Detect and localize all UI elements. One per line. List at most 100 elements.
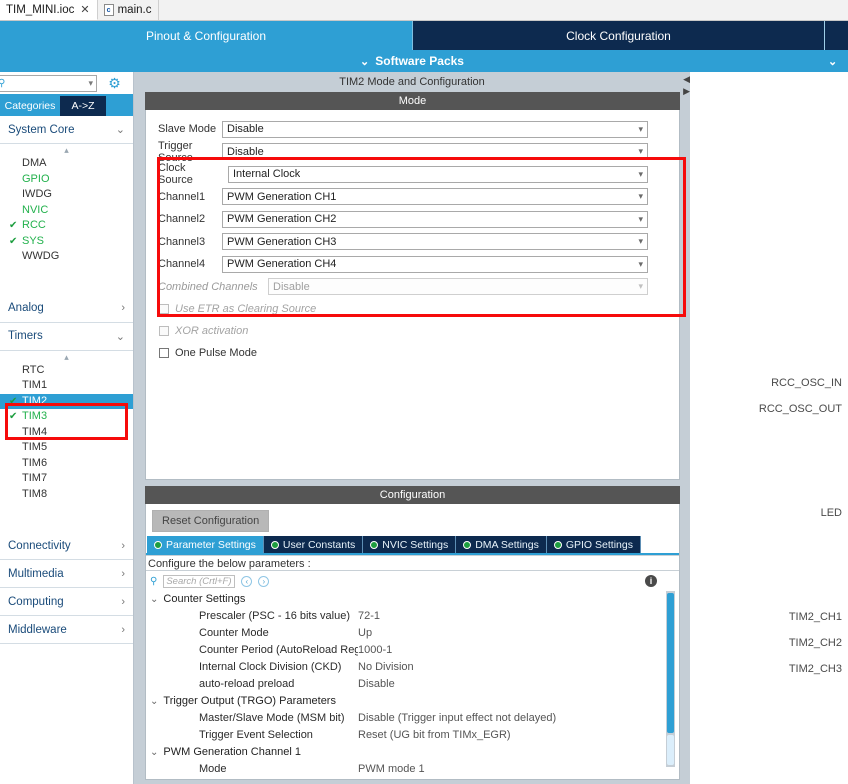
clock-source-select[interactable]: Internal Clock ▾: [228, 165, 648, 183]
sidebar-group-connectivity[interactable]: Connectivity ›: [0, 532, 133, 560]
tab-clock-configuration[interactable]: Clock Configuration: [412, 21, 824, 50]
tab-gpio-settings[interactable]: GPIO Settings: [546, 536, 641, 553]
nav-next-button[interactable]: ›: [258, 575, 270, 587]
parameter-scrollbar-thumb[interactable]: [667, 593, 674, 733]
param-group-trgo-parameters[interactable]: ⌄ Trigger Output (TRGO) Parameters: [146, 693, 679, 710]
sidebar-item-nvic[interactable]: NVIC: [0, 203, 133, 219]
sidebar-item-tim5[interactable]: TIM5: [0, 440, 133, 456]
sidebar-item-tim3[interactable]: ✔ TIM3: [0, 409, 133, 425]
editor-tab-strip: TIM_MINI.ioc ✕ c main.c: [0, 0, 848, 21]
checkbox-icon-xor: [159, 326, 169, 336]
slave-mode-value: Disable: [227, 123, 264, 136]
slave-mode-select[interactable]: Disable ▾: [222, 120, 648, 138]
center-scrollbar[interactable]: ◀ ▶: [680, 72, 690, 784]
close-icon[interactable]: ✕: [80, 3, 89, 16]
chevron-down-icon-system-core: ⌄: [115, 124, 125, 136]
sidebar-item-tim4[interactable]: TIM4: [0, 425, 133, 441]
tab-user-constants[interactable]: User Constants: [263, 536, 364, 553]
tab-nvic-settings[interactable]: NVIC Settings: [363, 536, 457, 553]
tab-parameter-settings[interactable]: Parameter Settings: [147, 536, 264, 553]
table-row[interactable]: Counter Mode Up: [146, 625, 679, 642]
sidebar-group-timers[interactable]: Timers ⌄: [0, 323, 133, 351]
editor-tab-mainc[interactable]: c main.c: [97, 0, 160, 20]
pin-label-tim2-ch3[interactable]: TIM2_CH3: [789, 663, 842, 675]
scroll-up-icon[interactable]: ◀: [683, 74, 690, 85]
sidebar-group-multimedia[interactable]: Multimedia ›: [0, 560, 133, 588]
field-slave-mode: Slave Mode Disable ▾: [146, 118, 679, 141]
table-row[interactable]: Trigger Event Selection Reset (UG bit fr…: [146, 727, 679, 744]
sidebar-item-rtc[interactable]: RTC: [0, 363, 133, 379]
tab-a-to-z[interactable]: A->Z: [60, 96, 106, 116]
parameter-search-input[interactable]: Search (Crtl+F): [163, 574, 236, 588]
sidebar-search-input[interactable]: ▾: [0, 74, 97, 92]
sidebar-item-dma[interactable]: DMA: [0, 156, 133, 172]
param-group-pwm-generation-channel-1[interactable]: ⌄ PWM Generation Channel 1: [146, 744, 679, 761]
table-row[interactable]: Internal Clock Division (CKD) No Divisio…: [146, 659, 679, 676]
table-row[interactable]: Master/Slave Mode (MSM bit) Disable (Tri…: [146, 710, 679, 727]
reset-configuration-button[interactable]: Reset Configuration: [152, 510, 270, 532]
search-icon: ⚲: [0, 78, 5, 89]
tab-overflow[interactable]: [824, 21, 848, 50]
status-ok-icon-nvic: [370, 540, 379, 549]
software-packs-menu-overflow[interactable]: ⌄: [824, 55, 848, 68]
sidebar-item-sys[interactable]: ✔ SYS: [0, 234, 133, 250]
parameter-search-placeholder: Search (Crtl+F): [166, 575, 232, 587]
tab-categories[interactable]: Categories: [0, 96, 60, 116]
sidebar-group-computing[interactable]: Computing ›: [0, 588, 133, 616]
chevron-down-icon-trigger-source: ▾: [638, 146, 643, 157]
tab-pinout-configuration[interactable]: Pinout & Configuration: [0, 21, 412, 50]
table-row[interactable]: Prescaler (PSC - 16 bits value) 72-1: [146, 608, 679, 625]
param-group-trgo-parameters-label: Trigger Output (TRGO) Parameters: [163, 695, 336, 707]
sidebar-item-iwdg[interactable]: IWDG: [0, 187, 133, 203]
scroll-down-icon[interactable]: ▶: [683, 86, 690, 97]
parameter-scrollbar-thumb-lower[interactable]: [667, 735, 674, 765]
channel3-select[interactable]: PWM Generation CH3 ▾: [222, 233, 648, 251]
field-channel1-label: Channel1: [158, 190, 206, 203]
channel2-select[interactable]: PWM Generation CH2 ▾: [222, 210, 648, 228]
sidebar-group-middleware[interactable]: Middleware ›: [0, 616, 133, 644]
nav-prev-button[interactable]: ‹: [241, 575, 253, 587]
sidebar: ⚲ ▾ ⚙ Categories A->Z System Core ⌄ ▴ DM…: [0, 72, 134, 784]
software-packs-menu[interactable]: ⌄ Software Packs: [0, 54, 824, 68]
pin-label-rcc-osc-out[interactable]: RCC_OSC_OUT: [759, 403, 842, 415]
sidebar-group-system-core[interactable]: System Core ⌄: [0, 116, 133, 144]
table-row[interactable]: auto-reload preload Disable: [146, 676, 679, 693]
trigger-source-select[interactable]: Disable ▾: [222, 143, 648, 161]
pin-label-rcc-osc-in[interactable]: RCC_OSC_IN: [771, 377, 842, 389]
sidebar-group-analog[interactable]: Analog ›: [0, 295, 133, 323]
pin-label-tim2-ch1[interactable]: TIM2_CH1: [789, 611, 842, 623]
sidebar-item-rcc[interactable]: ✔ RCC: [0, 218, 133, 234]
channel4-select[interactable]: PWM Generation CH4 ▾: [222, 255, 648, 273]
scroll-spinner-system-core[interactable]: ▴: [0, 144, 133, 156]
sidebar-item-tim1[interactable]: TIM1: [0, 378, 133, 394]
tab-dma-settings[interactable]: DMA Settings: [456, 536, 547, 553]
channel3-value: PWM Generation CH3: [227, 235, 337, 248]
info-icon[interactable]: i: [645, 575, 657, 587]
chevron-down-icon-pwm-ch1: ⌄: [150, 747, 159, 758]
chevron-down-icon-search[interactable]: ▾: [88, 78, 93, 89]
table-row[interactable]: Counter Period (AutoReload Register - 16…: [146, 642, 679, 659]
editor-tab-ioc-label: TIM_MINI.ioc: [6, 3, 75, 16]
sidebar-item-tim8-label: TIM8: [22, 487, 48, 500]
scroll-spinner-timers[interactable]: ▴: [0, 351, 133, 363]
sidebar-item-tim2[interactable]: ✔ TIM2: [0, 393, 133, 409]
sidebar-item-tim6[interactable]: TIM6: [0, 456, 133, 472]
field-channel4-label: Channel4: [158, 258, 206, 271]
channel1-select[interactable]: PWM Generation CH1 ▾: [222, 188, 648, 206]
checkbox-icon-one-pulse[interactable]: [159, 348, 169, 358]
sidebar-item-wwdg[interactable]: WWDG: [0, 249, 133, 265]
editor-tab-ioc[interactable]: TIM_MINI.ioc ✕: [0, 0, 98, 20]
param-group-counter-settings[interactable]: ⌄ Counter Settings: [146, 591, 679, 608]
sidebar-item-tim7[interactable]: TIM7: [0, 471, 133, 487]
sidebar-item-tim8[interactable]: TIM8: [0, 487, 133, 503]
checkbox-one-pulse-mode[interactable]: One Pulse Mode: [146, 342, 679, 364]
gear-icon[interactable]: ⚙: [107, 75, 122, 91]
pin-label-led[interactable]: LED: [821, 507, 842, 519]
sidebar-item-rcc-label: RCC: [22, 219, 46, 231]
sidebar-group-middleware-label: Middleware: [8, 623, 67, 636]
chevron-down-icon-channel2: ▾: [638, 213, 643, 224]
sidebar-group-computing-label: Computing: [8, 595, 64, 608]
pin-label-tim2-ch2[interactable]: TIM2_CH2: [789, 637, 842, 649]
sidebar-item-gpio[interactable]: GPIO: [0, 172, 133, 188]
table-row[interactable]: Mode PWM mode 1: [146, 761, 679, 778]
